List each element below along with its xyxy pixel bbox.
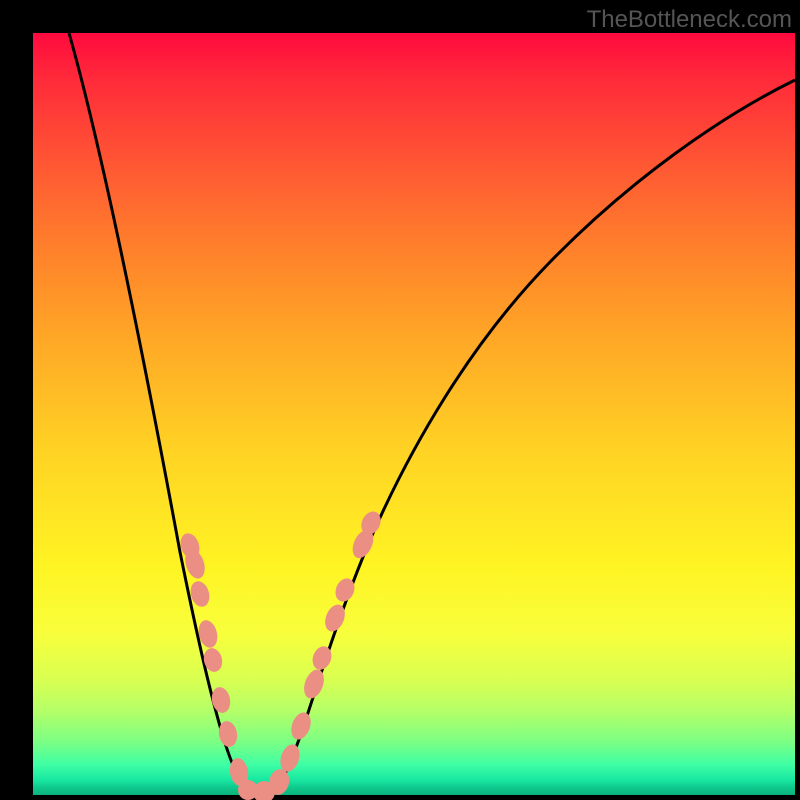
chart-svg: [0, 0, 800, 800]
curve-left-curve: [69, 33, 252, 795]
data-marker-right: [300, 667, 327, 701]
data-marker-right: [288, 710, 314, 742]
markers-group: [177, 508, 384, 800]
curve-right-curve: [271, 80, 795, 795]
chart-frame: TheBottleneck.com: [0, 0, 800, 800]
curves-group: [69, 33, 795, 795]
data-marker-left: [209, 685, 232, 714]
